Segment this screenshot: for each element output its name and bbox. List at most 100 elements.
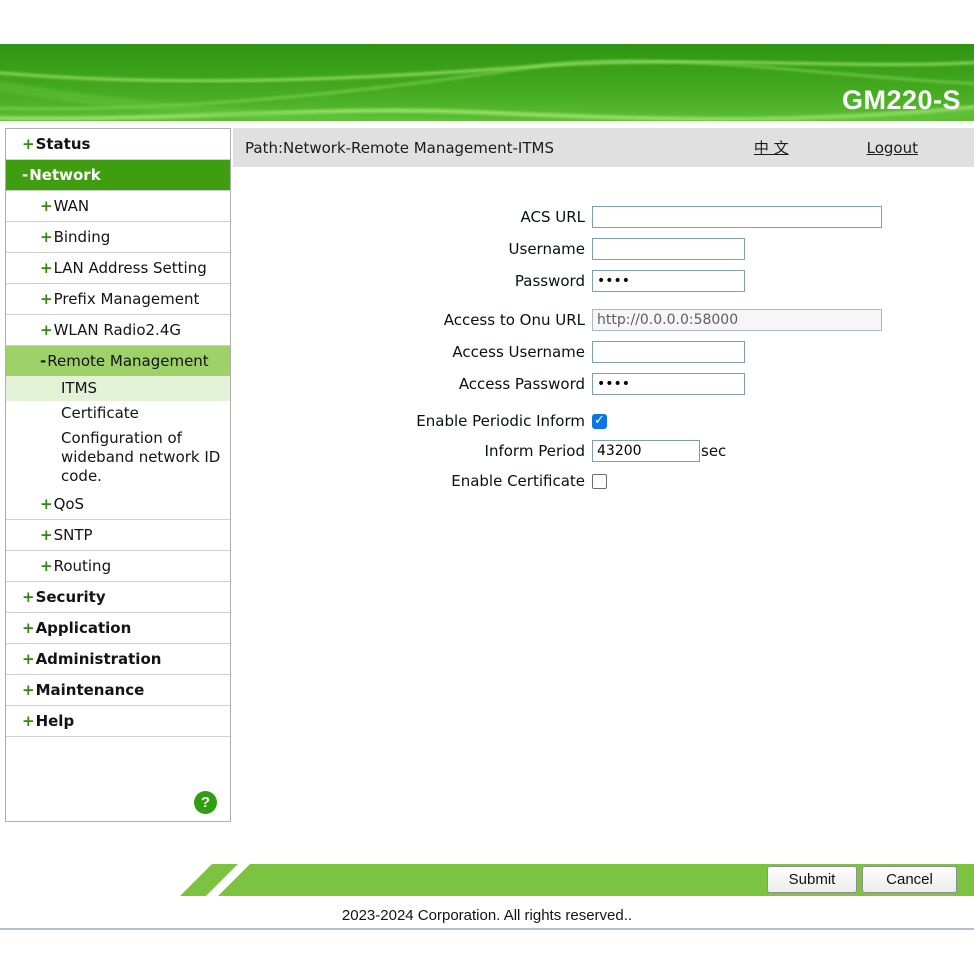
sidebar-item-itms[interactable]: ITMS (6, 376, 230, 401)
sidebar-nav: +Status-Network+WAN+Binding+LAN Address … (5, 128, 231, 822)
sidebar-item-help[interactable]: +Help (6, 706, 230, 737)
sidebar-item-network[interactable]: -Network (6, 160, 230, 191)
sidebar-item-wlan-radio2-4g[interactable]: +WLAN Radio2.4G (6, 315, 230, 346)
form-row: ACS URL (233, 206, 974, 228)
breadcrumb: Path:Network-Remote Management-ITMS (233, 139, 754, 157)
sidebar-item-security[interactable]: +Security (6, 582, 230, 613)
enable-periodic-inform-checkbox[interactable] (592, 414, 607, 429)
inform-period-input[interactable] (592, 440, 700, 462)
expand-plus-icon: + (40, 321, 53, 339)
expand-plus-icon: + (22, 619, 35, 637)
acs-url-input[interactable] (592, 206, 882, 228)
sidebar-item-label: WLAN Radio2.4G (54, 321, 181, 339)
username-input[interactable] (592, 238, 745, 260)
expand-plus-icon: + (40, 259, 53, 277)
sidebar-item-status[interactable]: +Status (6, 129, 230, 160)
access-to-onu-url-input (592, 309, 882, 331)
form-row: Enable Certificate (233, 472, 974, 490)
sidebar-item-configuration-of-wideband-network-id-code[interactable]: Configuration of wideband network ID cod… (6, 426, 230, 489)
sidebar-item-remote-management[interactable]: -Remote Management (6, 346, 230, 376)
expand-plus-icon: + (22, 650, 35, 668)
inform-period-unit-label: sec (701, 442, 726, 460)
sidebar-item-label: Configuration of wideband network ID cod… (61, 429, 220, 485)
sidebar-item-label: Status (36, 135, 91, 153)
sidebar-item-label: Binding (54, 228, 111, 246)
expand-plus-icon: + (40, 290, 53, 308)
banner-wave-graphic (0, 44, 974, 121)
access-to-onu-url-label: Access to Onu URL (233, 311, 592, 329)
sidebar-item-label: LAN Address Setting (54, 259, 207, 277)
sidebar-item-qos[interactable]: +QoS (6, 489, 230, 520)
sidebar-item-lan-address-setting[interactable]: +LAN Address Setting (6, 253, 230, 284)
expand-plus-icon: + (22, 588, 35, 606)
help-icon[interactable]: ? (194, 791, 217, 814)
expand-plus-icon: + (40, 557, 53, 575)
sidebar-item-application[interactable]: +Application (6, 613, 230, 644)
form-section: Access to Onu URL Access Username Access P… (233, 309, 974, 395)
action-bar-background (218, 864, 974, 896)
device-model-logo: GM220-S (842, 85, 961, 116)
language-switch-link[interactable]: 中 文 (754, 137, 789, 158)
sidebar-item-administration[interactable]: +Administration (6, 644, 230, 675)
enable-periodic-inform-label: Enable Periodic Inform (233, 412, 592, 430)
access-username-label: Access Username (233, 343, 592, 361)
enable-certificate-label: Enable Certificate (233, 472, 592, 490)
form-section: ACS URL Username Password (233, 206, 974, 292)
collapse-minus-icon: - (22, 166, 28, 184)
sidebar-item-label: QoS (54, 495, 85, 513)
action-bar: Submit Cancel (0, 864, 974, 896)
sidebar-item-wan[interactable]: +WAN (6, 191, 230, 222)
sidebar-item-label: SNTP (54, 526, 93, 544)
expand-plus-icon: + (22, 681, 35, 699)
form-row: Access Username (233, 341, 974, 363)
sidebar-item-label: Certificate (61, 404, 139, 422)
sidebar-item-binding[interactable]: +Binding (6, 222, 230, 253)
form-row: Password (233, 270, 974, 292)
sidebar-item-label: Maintenance (36, 681, 145, 699)
submit-button[interactable]: Submit (767, 866, 857, 893)
expand-plus-icon: + (40, 526, 53, 544)
sidebar-item-certificate[interactable]: Certificate (6, 401, 230, 426)
path-bar: Path:Network-Remote Management-ITMS 中 文 … (233, 128, 974, 167)
sidebar-items: +Status-Network+WAN+Binding+LAN Address … (6, 129, 230, 737)
itms-form: ACS URL Username Password Access to Onu URL… (233, 167, 974, 490)
sidebar-item-maintenance[interactable]: +Maintenance (6, 675, 230, 706)
sidebar-item-label: WAN (54, 197, 90, 215)
form-row: Inform Period sec (233, 440, 974, 462)
expand-plus-icon: + (40, 197, 53, 215)
cancel-button[interactable]: Cancel (862, 866, 957, 893)
access-username-input[interactable] (592, 341, 745, 363)
expand-plus-icon: + (22, 135, 35, 153)
expand-plus-icon: + (40, 228, 53, 246)
access-password-label: Access Password (233, 375, 592, 393)
sidebar-item-label: Security (36, 588, 106, 606)
collapse-minus-icon: - (40, 352, 46, 370)
access-password-input[interactable] (592, 373, 745, 395)
sidebar-item-label: Help (36, 712, 75, 730)
expand-plus-icon: + (40, 495, 53, 513)
sidebar-item-label: Remote Management (47, 352, 208, 370)
sidebar-item-label: Routing (54, 557, 112, 575)
inform-period-label: Inform Period (233, 442, 592, 460)
sidebar-item-label: ITMS (61, 379, 97, 397)
acs-url-label: ACS URL (233, 208, 592, 226)
sidebar-item-routing[interactable]: +Routing (6, 551, 230, 582)
form-row: Username (233, 238, 974, 260)
password-input[interactable] (592, 270, 745, 292)
expand-plus-icon: + (22, 712, 35, 730)
sidebar-item-label: Application (36, 619, 132, 637)
sidebar-item-label: Network (29, 166, 100, 184)
sidebar-item-prefix-management[interactable]: +Prefix Management (6, 284, 230, 315)
enable-certificate-checkbox[interactable] (592, 474, 607, 489)
sidebar-item-label: Prefix Management (54, 290, 200, 308)
password-label: Password (233, 272, 592, 290)
footer-divider (0, 928, 974, 930)
form-row: Enable Periodic Inform (233, 412, 974, 430)
form-section: Enable Periodic Inform Inform Period sec En… (233, 412, 974, 490)
copyright-text: 2023-2024 Corporation. All rights reserv… (0, 907, 974, 924)
username-label: Username (233, 240, 592, 258)
sidebar-item-sntp[interactable]: +SNTP (6, 520, 230, 551)
logout-link[interactable]: Logout (867, 139, 918, 157)
form-row: Access to Onu URL (233, 309, 974, 331)
header-banner: GM220-S (0, 44, 974, 121)
